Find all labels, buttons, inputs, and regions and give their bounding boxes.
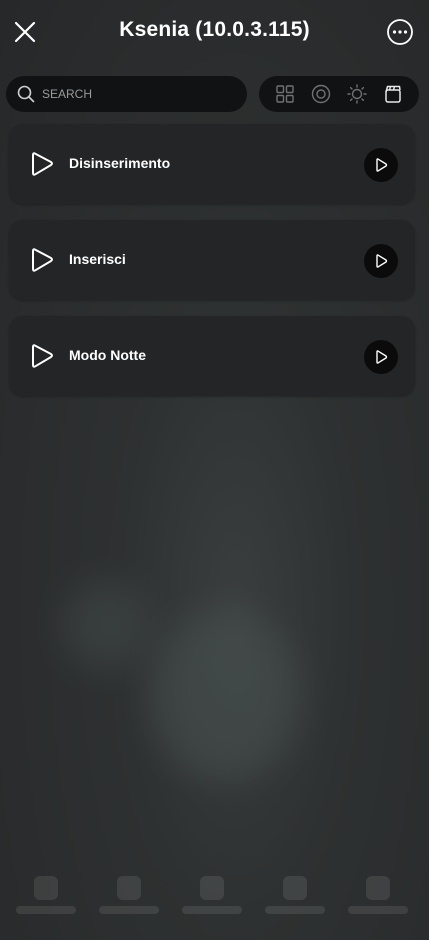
scenario-label: Modo Notte xyxy=(69,347,146,363)
circle-target-icon xyxy=(311,84,331,104)
page-title: Ksenia (10.0.3.115) xyxy=(119,18,310,41)
bottom-nav-item xyxy=(16,870,76,930)
scenario-card[interactable]: Modo Notte xyxy=(9,316,415,396)
search-input[interactable] xyxy=(42,76,237,112)
filter-security-button[interactable] xyxy=(309,82,333,106)
grid-icon xyxy=(276,85,294,103)
more-options-icon xyxy=(387,19,413,45)
play-icon xyxy=(376,158,388,172)
bottom-nav-item xyxy=(99,870,159,930)
run-scenario-button[interactable] xyxy=(364,340,398,374)
scene-clapper-icon xyxy=(385,85,401,103)
filter-lights-button[interactable] xyxy=(345,82,369,106)
search-icon xyxy=(17,85,35,103)
play-outline-icon xyxy=(32,248,53,272)
bottom-nav-item xyxy=(265,870,325,930)
filter-scenes-button[interactable] xyxy=(381,82,405,106)
header: Ksenia (10.0.3.115) xyxy=(0,0,429,64)
play-icon xyxy=(376,350,388,364)
scenario-card[interactable]: Disinserimento xyxy=(9,124,415,204)
close-button[interactable] xyxy=(10,17,40,47)
sun-icon xyxy=(347,84,367,104)
close-icon xyxy=(14,21,36,43)
play-icon xyxy=(376,254,388,268)
background-blur xyxy=(60,580,150,670)
filter-bar xyxy=(259,76,419,112)
run-scenario-button[interactable] xyxy=(364,244,398,278)
background-blur xyxy=(150,610,300,780)
more-options-button[interactable] xyxy=(386,18,414,46)
bottom-nav-background xyxy=(0,860,429,940)
play-outline-icon xyxy=(32,344,53,368)
bottom-nav-item xyxy=(182,870,242,930)
play-outline-icon xyxy=(32,152,53,176)
bottom-nav-item xyxy=(348,870,408,930)
scenario-card[interactable]: Inserisci xyxy=(9,220,415,300)
search-bar xyxy=(6,76,247,112)
run-scenario-button[interactable] xyxy=(364,148,398,182)
filter-grid-button[interactable] xyxy=(273,82,297,106)
scenario-label: Inserisci xyxy=(69,251,126,267)
scenario-label: Disinserimento xyxy=(69,155,171,171)
